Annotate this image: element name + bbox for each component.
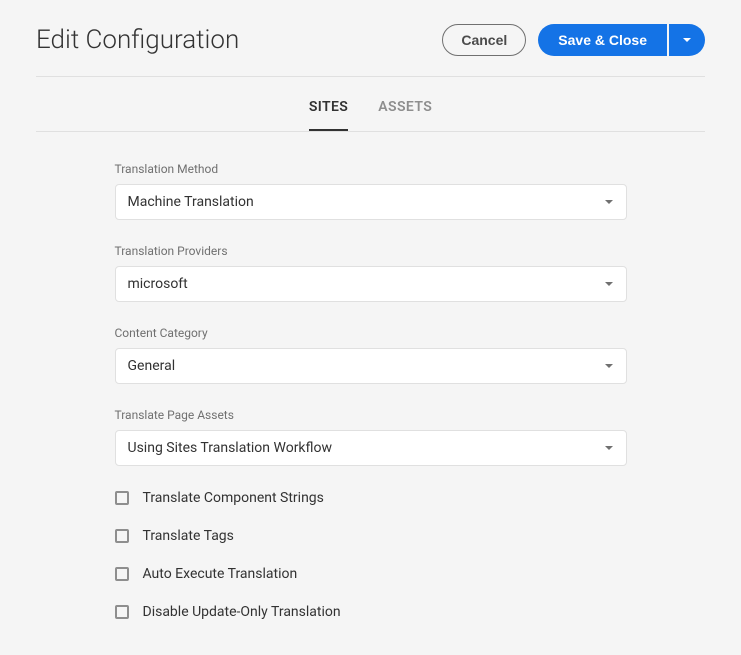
translate-page-assets-label: Translate Page Assets xyxy=(115,408,627,422)
checkbox-label-auto-execute: Auto Execute Translation xyxy=(143,566,298,582)
content-category-value: General xyxy=(128,358,176,374)
chevron-down-icon xyxy=(604,279,614,289)
checkbox-row-disable-update-only: Disable Update-Only Translation xyxy=(115,604,627,620)
save-dropdown-button[interactable] xyxy=(669,24,705,56)
field-translation-method: Translation Method Machine Translation xyxy=(115,162,627,220)
checkbox-component-strings[interactable] xyxy=(115,491,129,505)
form: Translation Method Machine Translation T… xyxy=(115,132,627,620)
chevron-down-icon xyxy=(604,361,614,371)
checkbox-row-auto-execute: Auto Execute Translation xyxy=(115,566,627,582)
checkbox-label-translate-tags: Translate Tags xyxy=(143,528,234,544)
translate-page-assets-select[interactable]: Using Sites Translation Workflow xyxy=(115,430,627,466)
checkbox-auto-execute[interactable] xyxy=(115,567,129,581)
translation-method-select[interactable]: Machine Translation xyxy=(115,184,627,220)
tab-assets[interactable]: ASSETS xyxy=(378,99,432,131)
checkbox-label-component-strings: Translate Component Strings xyxy=(143,490,324,506)
header: Edit Configuration Cancel Save & Close xyxy=(36,24,705,77)
save-close-button[interactable]: Save & Close xyxy=(538,24,667,56)
tab-sites[interactable]: SITES xyxy=(309,99,348,131)
field-translate-page-assets: Translate Page Assets Using Sites Transl… xyxy=(115,408,627,466)
checkbox-label-disable-update-only: Disable Update-Only Translation xyxy=(143,604,341,620)
checkbox-translate-tags[interactable] xyxy=(115,529,129,543)
translate-page-assets-value: Using Sites Translation Workflow xyxy=(128,440,332,456)
field-translation-providers: Translation Providers microsoft xyxy=(115,244,627,302)
checkbox-row-translate-tags: Translate Tags xyxy=(115,528,627,544)
field-content-category: Content Category General xyxy=(115,326,627,384)
translation-method-label: Translation Method xyxy=(115,162,627,176)
translation-providers-select[interactable]: microsoft xyxy=(115,266,627,302)
save-button-group: Save & Close xyxy=(538,24,705,56)
checkbox-row-component-strings: Translate Component Strings xyxy=(115,490,627,506)
translation-providers-value: microsoft xyxy=(128,276,188,292)
chevron-down-icon xyxy=(604,197,614,207)
content-category-select[interactable]: General xyxy=(115,348,627,384)
translation-providers-label: Translation Providers xyxy=(115,244,627,258)
cancel-button[interactable]: Cancel xyxy=(442,24,526,56)
chevron-down-icon xyxy=(682,35,692,45)
page-title: Edit Configuration xyxy=(36,25,239,55)
translation-method-value: Machine Translation xyxy=(128,194,254,210)
content-category-label: Content Category xyxy=(115,326,627,340)
checkbox-disable-update-only[interactable] xyxy=(115,605,129,619)
header-actions: Cancel Save & Close xyxy=(442,24,705,56)
tabs: SITES ASSETS xyxy=(36,77,705,132)
chevron-down-icon xyxy=(604,443,614,453)
